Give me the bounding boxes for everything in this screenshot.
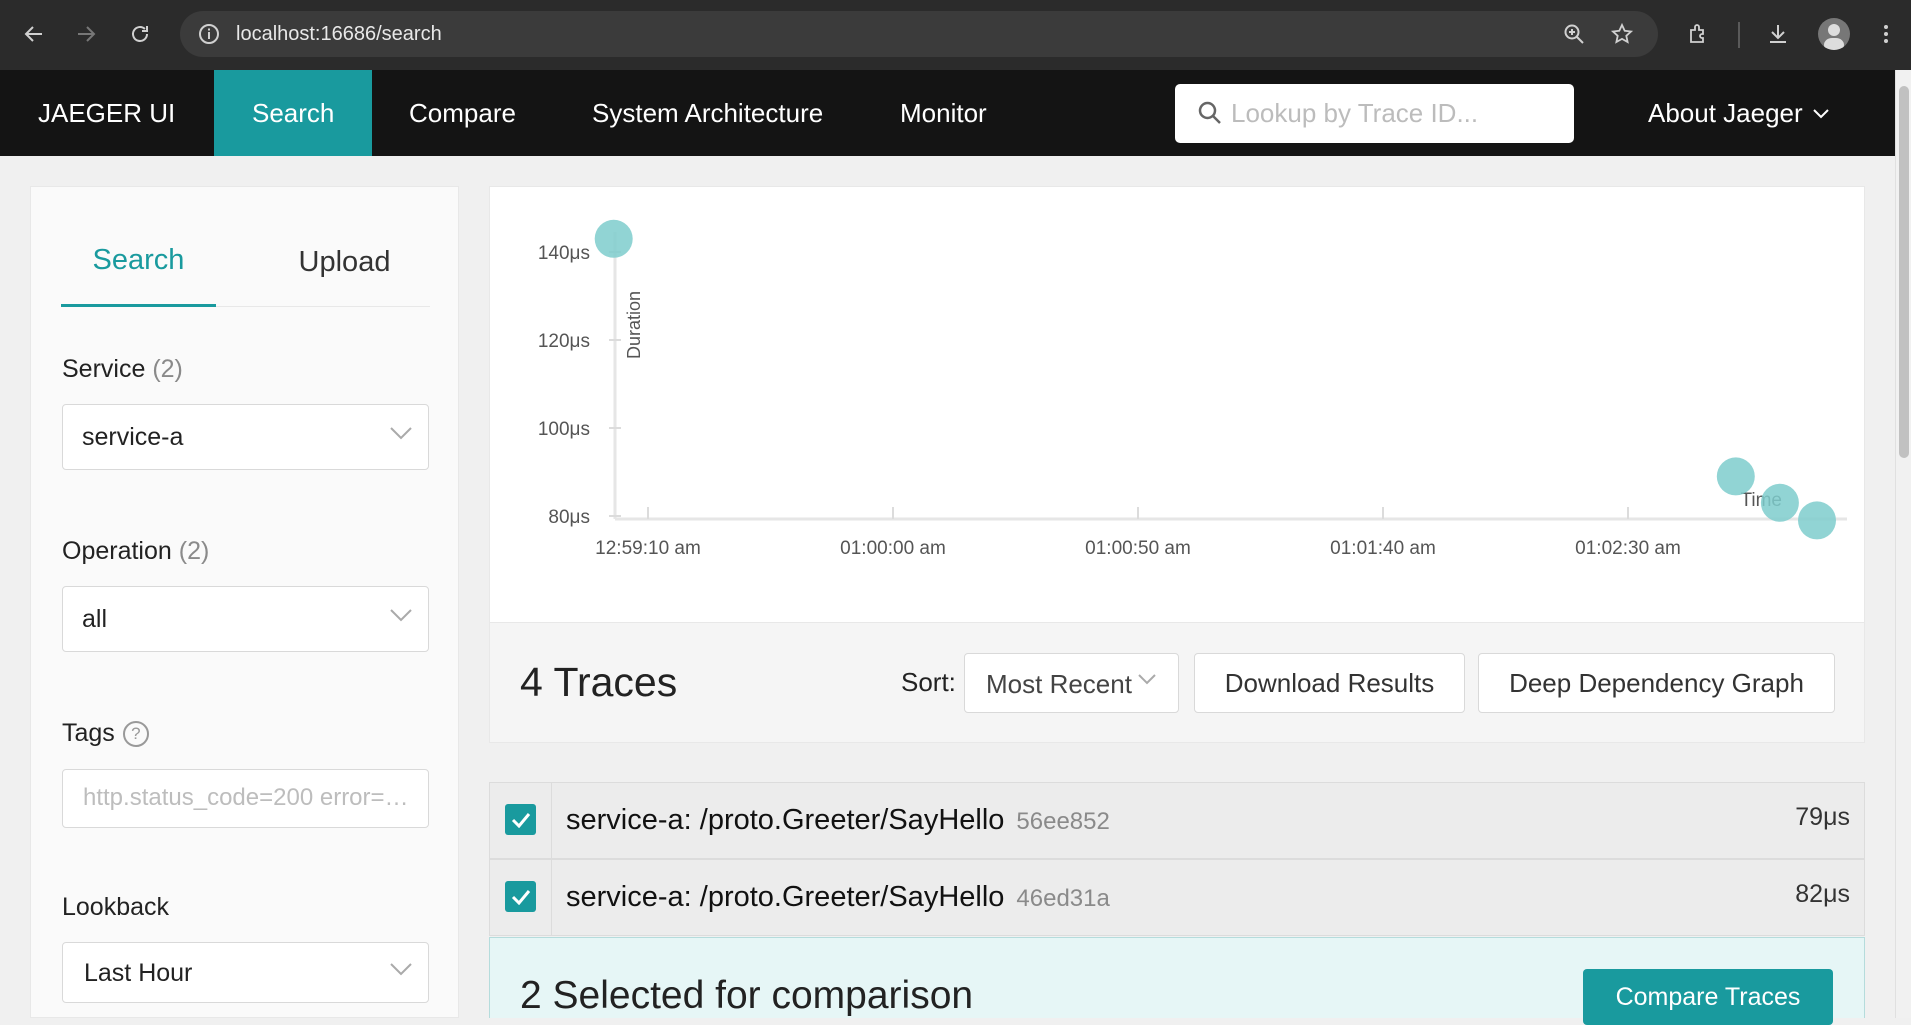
nav-compare[interactable]: Compare xyxy=(371,70,554,156)
nav-search[interactable]: Search xyxy=(214,70,373,156)
trace-checkbox[interactable] xyxy=(505,881,536,912)
trace-name: service-a: /proto.Greeter/SayHello xyxy=(566,881,1005,913)
service-select[interactable]: service-a xyxy=(62,404,429,470)
trace-scatter-plot: 80μs 100μs 120μs 140μs 12:59:10 am 01:00:00 a… xyxy=(489,186,1865,623)
browser-toolbar: localhost:16686/search xyxy=(0,0,1911,70)
url-text: localhost:16686/search xyxy=(236,23,442,45)
trace-name: service-a: /proto.Greeter/SayHello xyxy=(566,804,1005,836)
operation-label-text: Operation xyxy=(62,537,172,565)
operation-count: (2) xyxy=(178,537,210,565)
y-axis-title: Duration xyxy=(624,291,644,359)
operation-select[interactable]: all xyxy=(62,586,429,652)
trace-id: 56ee852 xyxy=(1016,808,1110,835)
about-jaeger-menu[interactable]: About Jaeger xyxy=(1648,98,1829,129)
page-scrollbar[interactable] xyxy=(1895,70,1911,1018)
trace-lookup[interactable] xyxy=(1175,84,1574,143)
service-label-text: Service xyxy=(62,355,146,383)
x-tick-label: 12:59:10 am xyxy=(595,538,701,559)
service-value: service-a xyxy=(82,423,184,451)
chevron-down-icon xyxy=(1812,108,1829,118)
chevron-down-icon xyxy=(390,963,412,976)
trace-point xyxy=(1798,501,1836,540)
lookback-value: Last Hour xyxy=(84,959,193,987)
bookmark-star-icon[interactable] xyxy=(1604,16,1640,52)
help-icon[interactable]: ? xyxy=(122,721,149,748)
operation-label: Operation (2) xyxy=(62,537,209,566)
sort-select[interactable]: Most Recent xyxy=(964,653,1179,713)
browser-menu-icon[interactable] xyxy=(1868,16,1904,52)
nav-system-architecture[interactable]: System Architecture xyxy=(554,70,861,156)
trace-select-cell xyxy=(490,860,552,935)
sort-value: Most Recent xyxy=(986,669,1132,699)
operation-value: all xyxy=(82,605,108,633)
y-tick-label: 80μs xyxy=(548,507,590,528)
comparison-bar: 2 Selected for comparison Compare Traces xyxy=(489,937,1865,1025)
sidebar-tabs: Search Upload xyxy=(61,217,430,307)
trace-id: 46ed31a xyxy=(1016,885,1110,912)
trace-point xyxy=(594,219,633,258)
reload-icon[interactable] xyxy=(122,16,158,52)
y-tick-label: 120μs xyxy=(538,331,590,352)
search-icon xyxy=(1198,101,1221,124)
brand-logo[interactable]: JAEGER UI xyxy=(38,98,175,129)
trace-checkbox[interactable] xyxy=(505,804,536,835)
tags-input[interactable] xyxy=(83,784,413,812)
info-icon[interactable] xyxy=(198,23,220,45)
selected-count-text: 2 Selected for comparison xyxy=(520,974,974,1017)
extensions-icon[interactable] xyxy=(1681,16,1717,52)
deep-dependency-graph-button[interactable]: Deep Dependency Graph xyxy=(1478,653,1835,713)
compare-traces-button[interactable]: Compare Traces xyxy=(1583,969,1833,1025)
checkmark-icon xyxy=(511,889,530,905)
traces-header: 4 Traces Sort: Most Recent Download Resu… xyxy=(489,623,1865,743)
tab-upload[interactable]: Upload xyxy=(259,217,430,307)
nav-monitor[interactable]: Monitor xyxy=(862,70,1025,156)
sort-label: Sort: xyxy=(901,667,956,697)
forward-icon[interactable] xyxy=(68,16,104,52)
lookback-label: Lookback xyxy=(62,893,170,921)
download-results-button[interactable]: Download Results xyxy=(1194,653,1465,713)
download-icon[interactable] xyxy=(1760,16,1796,52)
chevron-down-icon xyxy=(1138,674,1156,685)
lookback-select[interactable]: Last Hour xyxy=(62,942,429,1003)
traces-count: 4 Traces xyxy=(520,659,678,705)
scrollbar-thumb[interactable] xyxy=(1899,86,1909,458)
x-tick-label: 01:00:00 am xyxy=(840,538,946,559)
service-count: (2) xyxy=(152,355,183,383)
trace-title[interactable]: service-a: /proto.Greeter/SayHello 56ee85… xyxy=(566,804,1110,837)
y-tick-label: 100μs xyxy=(538,419,590,440)
search-sidebar: Search Upload Service (2) service-a Oper… xyxy=(30,186,459,1018)
toolbar-separator xyxy=(1738,22,1740,48)
about-jaeger-label: About Jaeger xyxy=(1648,98,1803,128)
x-tick-label: 01:01:40 am xyxy=(1330,538,1436,559)
service-label: Service (2) xyxy=(62,355,183,384)
trace-point xyxy=(1760,483,1799,522)
top-nav: JAEGER UI Search Compare System Architec… xyxy=(0,70,1895,156)
trace-row[interactable]: service-a: /proto.Greeter/SayHello 46ed31… xyxy=(489,859,1865,936)
profile-avatar[interactable] xyxy=(1818,18,1850,50)
tags-field[interactable] xyxy=(62,769,429,828)
chevron-down-icon xyxy=(390,427,412,440)
tags-label: Tags? xyxy=(62,719,149,748)
back-icon[interactable] xyxy=(16,16,52,52)
trace-duration: 82μs xyxy=(1795,880,1850,908)
trace-title[interactable]: service-a: /proto.Greeter/SayHello 46ed31… xyxy=(566,881,1110,914)
trace-select-cell xyxy=(490,783,552,858)
trace-point xyxy=(1716,457,1755,496)
scatter-plot-svg: 80μs 100μs 120μs 140μs 12:59:10 am 01:00:00 a… xyxy=(538,219,1847,559)
trace-id-input[interactable] xyxy=(1231,96,1561,130)
x-tick-label: 01:00:50 am xyxy=(1085,538,1191,559)
y-tick-label: 140μs xyxy=(538,243,590,264)
trace-row[interactable]: service-a: /proto.Greeter/SayHello 56ee85… xyxy=(489,782,1865,859)
zoom-icon[interactable] xyxy=(1556,16,1592,52)
trace-duration: 79μs xyxy=(1795,803,1850,831)
tab-search[interactable]: Search xyxy=(61,217,216,307)
chevron-down-icon xyxy=(390,609,412,622)
address-bar[interactable]: localhost:16686/search xyxy=(180,11,1658,57)
x-tick-label: 01:02:30 am xyxy=(1575,538,1681,559)
checkmark-icon xyxy=(511,812,530,828)
tags-label-text: Tags xyxy=(62,719,115,747)
